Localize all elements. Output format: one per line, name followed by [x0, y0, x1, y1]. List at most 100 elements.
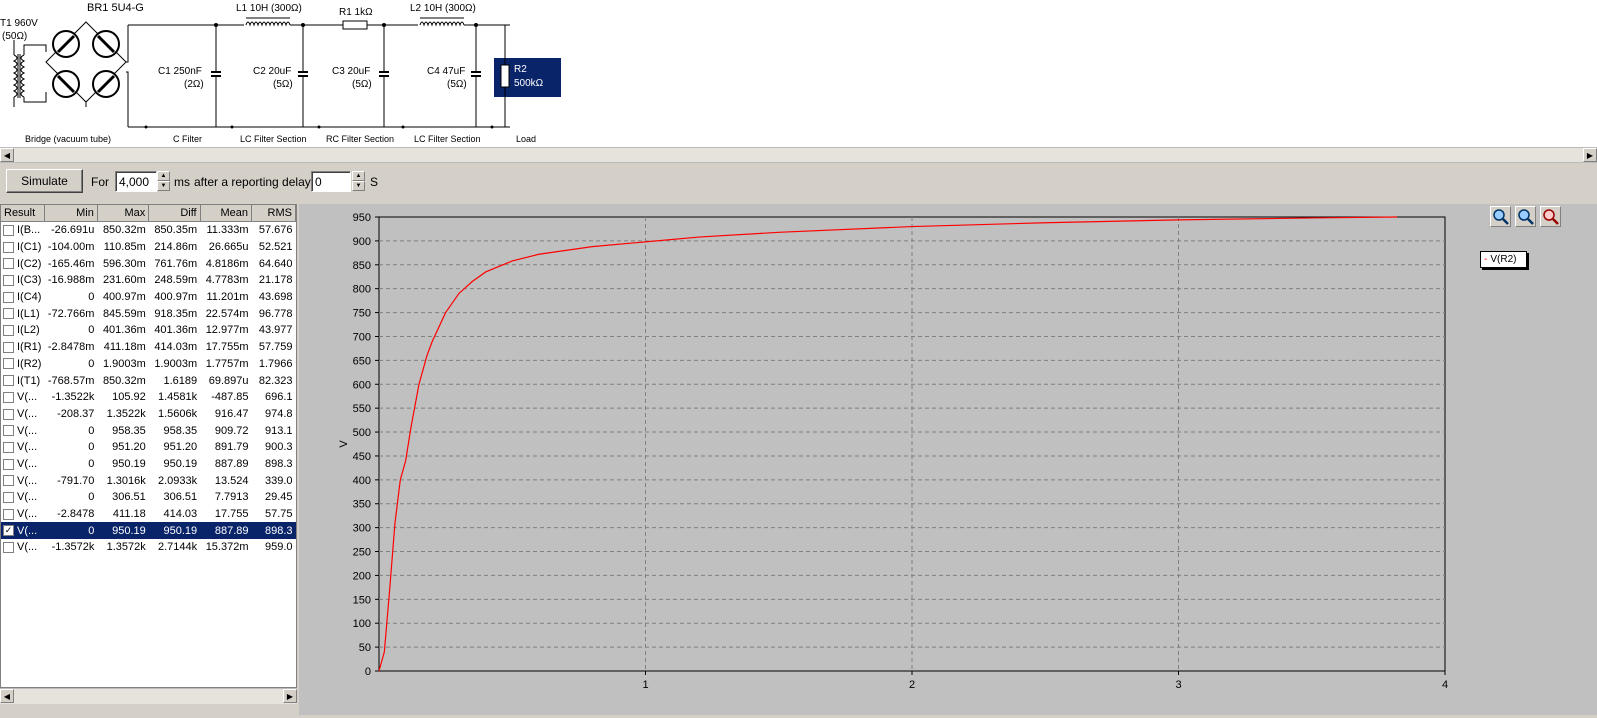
zoom-out-button[interactable]	[1515, 206, 1536, 227]
checkbox[interactable]	[3, 408, 14, 420]
result-name-cell[interactable]: I(C1)	[1, 239, 45, 256]
checkbox[interactable]	[3, 258, 14, 270]
table-row[interactable]: I(C2) -165.46m 596.30m 761.76m 4.8186m 64.640	[1, 255, 296, 272]
result-name-cell[interactable]: I(T1)	[1, 372, 45, 389]
table-row[interactable]: V(... 0 950.19 950.19 887.89 898.3	[1, 456, 296, 473]
table-row[interactable]: V(... -208.37 1.3522k 1.5606k 916.47 974.8	[1, 406, 296, 423]
result-name-cell[interactable]: V(...	[1, 389, 45, 406]
result-name-cell[interactable]: V(...	[1, 539, 45, 556]
checkbox[interactable]	[3, 325, 14, 337]
checkbox-checked[interactable]: ✓	[3, 525, 14, 537]
result-name-cell[interactable]: I(L2)	[1, 322, 45, 339]
col-mean[interactable]: Mean	[200, 205, 253, 222]
capacitor-c1[interactable]	[211, 25, 221, 127]
checkbox[interactable]	[3, 441, 14, 453]
zoom-reset-button[interactable]	[1540, 206, 1561, 227]
result-name-cell[interactable]: V(...	[1, 489, 45, 506]
table-row[interactable]: V(... -1.3522k 105.92 1.4581k -487.85 696.1	[1, 389, 296, 406]
table-row[interactable]: V(... 0 306.51 306.51 7.7913 29.45	[1, 489, 296, 506]
checkbox[interactable]	[3, 375, 14, 387]
result-name-cell[interactable]: V(...	[1, 472, 45, 489]
checkbox[interactable]	[3, 224, 14, 236]
result-name-cell[interactable]: V(...	[1, 422, 45, 439]
table-row[interactable]: V(... -1.3572k 1.3572k 2.7144k 15.372m 959.0	[1, 539, 296, 556]
result-name-cell[interactable]: I(B...	[1, 222, 45, 239]
capacitor-c3[interactable]	[379, 25, 389, 127]
col-diff[interactable]: Diff	[148, 205, 201, 222]
result-name-cell[interactable]: I(C3)	[1, 272, 45, 289]
scroll-left-button[interactable]: ◀	[0, 689, 14, 703]
simulate-button[interactable]: Simulate	[6, 169, 83, 193]
inductor-l1[interactable]	[244, 17, 291, 27]
table-row[interactable]: V(... 0 951.20 951.20 891.79 900.3	[1, 439, 296, 456]
plot-panel[interactable]: 0 50 100 150 200 250 300 350 400 450 500 550 600 650 7…	[299, 204, 1597, 715]
result-name-cell[interactable]: V(...	[1, 439, 45, 456]
transformer-t1[interactable]	[12, 40, 47, 107]
table-row[interactable]: I(T1) -768.57m 850.32m 1.6189 69.897u 82.323	[1, 372, 296, 389]
capacitor-c4[interactable]	[471, 25, 481, 127]
bridge-br1[interactable]	[45, 21, 129, 127]
table-row[interactable]: V(... -2.8478 411.18 414.03 17.755 57.75	[1, 506, 296, 523]
result-name-cell[interactable]: I(L1)	[1, 305, 45, 322]
result-name-cell[interactable]: I(R1)	[1, 339, 45, 356]
table-row[interactable]: ✓ V(... 0 950.19 950.19 887.89 898.3	[1, 522, 296, 540]
result-mean-cell: 15.372m	[205, 541, 249, 554]
checkbox[interactable]	[3, 291, 14, 303]
table-row[interactable]: I(L1) -72.766m 845.59m 918.35m 22.574m 96.778	[1, 305, 296, 322]
result-rms-cell: 898.3	[264, 457, 293, 470]
checkbox[interactable]	[3, 508, 14, 520]
checkbox[interactable]	[3, 542, 14, 553]
table-row[interactable]: V(... 0 958.35 958.35 909.72 913.1	[1, 422, 296, 439]
results-scrollbar[interactable]: ◀ ▶	[0, 688, 297, 704]
result-name-cell[interactable]: V(...	[1, 406, 45, 423]
checkbox[interactable]	[3, 425, 14, 437]
checkbox[interactable]	[3, 275, 14, 286]
checkbox[interactable]	[3, 358, 14, 370]
scroll-right-button[interactable]: ▶	[1583, 148, 1597, 162]
result-name-cell[interactable]: I(C4)	[1, 289, 45, 306]
table-row[interactable]: I(R2) 0 1.9003m 1.9003m 1.7757m 1.7966	[1, 356, 296, 373]
result-name-cell[interactable]: V(...	[1, 456, 45, 473]
results-list[interactable]: Result Min Max Diff Mean RMS I(B... -26.6…	[0, 204, 297, 688]
checkbox[interactable]	[3, 391, 14, 403]
result-name-cell[interactable]: I(C2)	[1, 255, 45, 272]
capacitor-c2[interactable]	[298, 25, 308, 127]
result-name-cell[interactable]: V(...	[1, 506, 45, 523]
table-row[interactable]: I(B... -26.691u 850.32m 850.35m 11.333m 57.67…	[1, 222, 296, 239]
result-diff-cell: 214.86m	[154, 241, 198, 254]
result-name-cell[interactable]: ✓ V(...	[1, 522, 45, 540]
table-row[interactable]: I(C3) -16.988m 231.60m 248.59m 4.7783m 21.178	[1, 272, 296, 289]
col-max[interactable]: Max	[97, 205, 150, 222]
checkbox[interactable]	[3, 475, 14, 487]
spin-down-icon[interactable]: ▼	[352, 181, 365, 191]
checkbox[interactable]	[3, 241, 14, 253]
table-row[interactable]: I(L2) 0 401.36m 401.36m 12.977m 43.977	[1, 322, 296, 339]
table-row[interactable]: V(... -791.70 1.3016k 2.0933k 13.524 339.0	[1, 472, 296, 489]
checkbox[interactable]	[3, 341, 14, 353]
resistor-r1[interactable]	[342, 20, 368, 30]
col-rms[interactable]: RMS	[251, 205, 296, 222]
checkbox[interactable]	[3, 308, 14, 320]
duration-spinner[interactable]: ▲ ▼	[157, 171, 170, 191]
scroll-left-button[interactable]: ◀	[0, 148, 14, 162]
resistor-r2[interactable]	[494, 25, 561, 127]
spin-up-icon[interactable]: ▲	[157, 171, 170, 181]
delay-spinner[interactable]: ▲ ▼	[352, 171, 365, 191]
spin-down-icon[interactable]: ▼	[157, 181, 170, 191]
spin-up-icon[interactable]: ▲	[352, 171, 365, 181]
schematic-scrollbar[interactable]: ◀ ▶	[0, 147, 1597, 163]
table-row[interactable]: I(R1) -2.8478m 411.18m 414.03m 17.755m 57.759	[1, 339, 296, 356]
col-result[interactable]: Result	[1, 205, 46, 222]
circuit-schematic[interactable]: T1 960V (50Ω) BR1 5U4-G L1 10H (300Ω) R1…	[0, 0, 1597, 147]
col-min[interactable]: Min	[44, 205, 98, 222]
checkbox[interactable]	[3, 491, 14, 503]
inductor-l2[interactable]	[418, 17, 465, 27]
table-row[interactable]: I(C1) -104.00m 110.85m 214.86m 26.665u 52.521	[1, 239, 296, 256]
table-row[interactable]: I(C4) 0 400.97m 400.97m 11.201m 43.698	[1, 289, 296, 306]
duration-input[interactable]	[115, 171, 157, 192]
scroll-right-button[interactable]: ▶	[283, 689, 297, 703]
checkbox[interactable]	[3, 458, 14, 470]
delay-input[interactable]	[311, 171, 351, 192]
result-name-cell[interactable]: I(R2)	[1, 356, 45, 373]
zoom-in-button[interactable]	[1490, 206, 1511, 227]
